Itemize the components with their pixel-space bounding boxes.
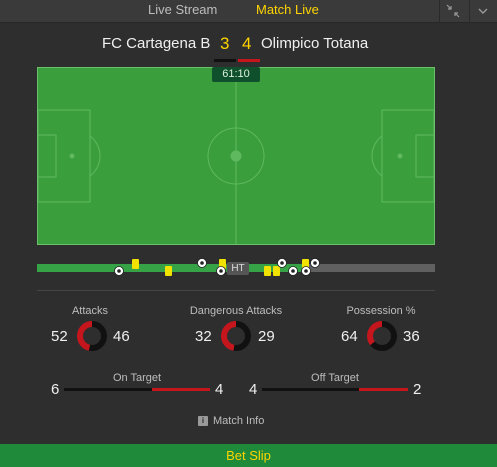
football-icon — [288, 266, 298, 276]
on-target-bar — [64, 388, 210, 391]
off-target-away-value: 2 — [413, 381, 422, 398]
off-target-label: Off Target — [311, 372, 359, 384]
on-target-away-bar — [151, 388, 210, 391]
home-team-name: FC Cartagena B — [102, 35, 211, 52]
tab-match-live[interactable]: Match Live — [256, 2, 319, 17]
dangerous-attacks-donut — [221, 321, 251, 351]
yellow-card-icon — [165, 266, 172, 276]
attacks-donut — [77, 321, 107, 351]
match-info-label: Match Info — [213, 415, 265, 427]
home-color-bar — [214, 59, 236, 62]
on-target-label: On Target — [112, 372, 162, 384]
tab-live-stream[interactable]: Live Stream — [148, 2, 217, 17]
info-icon: i — [198, 416, 208, 426]
chevron-down-icon — [478, 8, 488, 14]
possession-away-value: 36 — [403, 328, 420, 345]
menu-button[interactable] — [469, 0, 496, 22]
attacks-label: Attacks — [71, 305, 109, 317]
possession-label: Possession % — [346, 305, 416, 317]
collapse-button[interactable] — [439, 0, 466, 22]
on-target-away-value: 4 — [215, 381, 224, 398]
dangerous-attacks-away-value: 29 — [258, 328, 275, 345]
yellow-card-icon — [132, 259, 139, 269]
football-icon — [277, 258, 287, 268]
pitch — [37, 67, 435, 245]
pitch-markings — [38, 68, 434, 244]
collapse-icon — [446, 4, 460, 18]
attacks-away-value: 46 — [113, 328, 130, 345]
halftime-marker: HT — [227, 262, 249, 275]
match-info-link[interactable]: i Match Info — [198, 415, 264, 427]
dangerous-attacks-label: Dangerous Attacks — [189, 305, 283, 317]
section-divider — [37, 290, 435, 291]
bet-slip-button[interactable]: Bet Slip — [0, 444, 497, 467]
possession-home-value: 64 — [341, 328, 358, 345]
away-score: 4 — [242, 34, 252, 53]
football-icon — [216, 266, 226, 276]
football-icon — [197, 258, 207, 268]
attacks-home-value: 52 — [51, 328, 68, 345]
off-target-bar — [262, 388, 408, 391]
off-target-away-bar — [359, 388, 408, 391]
top-bar — [0, 0, 497, 23]
off-target-home-value: 4 — [249, 381, 258, 398]
football-icon — [310, 258, 320, 268]
possession-donut — [367, 321, 397, 351]
yellow-card-icon — [264, 266, 271, 276]
match-clock: 61:10 — [212, 67, 260, 82]
on-target-home-value: 6 — [51, 381, 60, 398]
football-icon — [114, 266, 124, 276]
away-team-name: Olimpico Totana — [261, 35, 369, 52]
home-score: 3 — [220, 34, 230, 53]
dangerous-attacks-home-value: 32 — [195, 328, 212, 345]
away-color-bar — [238, 59, 260, 62]
